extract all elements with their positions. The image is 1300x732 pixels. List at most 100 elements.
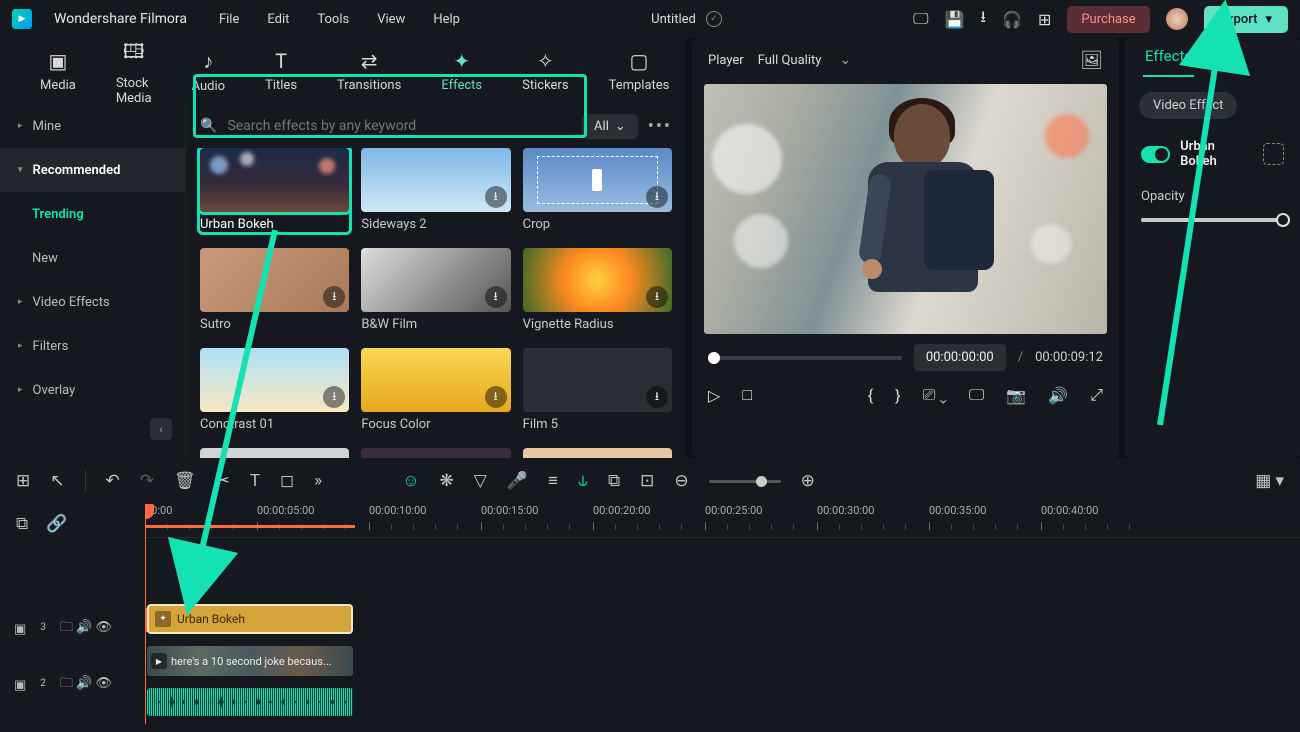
undo-button[interactable]: ↶ bbox=[106, 471, 120, 491]
mark-out-button[interactable]: } bbox=[895, 386, 900, 405]
sidebar-item-new[interactable]: New bbox=[0, 236, 185, 280]
effect-clip-urban-bokeh[interactable]: ✦Urban Bokeh bbox=[147, 604, 353, 634]
filter-dropdown[interactable]: All⌄ bbox=[582, 114, 638, 139]
download-icon[interactable]: ⭳ bbox=[323, 386, 345, 408]
download-icon[interactable]: ⭳ bbox=[485, 386, 507, 408]
reset-effect-button[interactable] bbox=[1263, 143, 1284, 165]
sidebar-item-mine[interactable]: ▸Mine bbox=[0, 104, 185, 148]
clip-display-button[interactable]: ⎚ ⌄ bbox=[923, 385, 947, 405]
effect-card-conctrast-01[interactable]: ⭳Conctrast 01 bbox=[200, 348, 349, 432]
sidebar-item-recommended[interactable]: ▾Recommended bbox=[0, 148, 185, 192]
keyframe-icon[interactable]: ⊡ bbox=[640, 471, 654, 491]
download-icon[interactable]: ⭳ bbox=[485, 286, 507, 308]
duplicate-icon[interactable]: ⧉ bbox=[16, 514, 28, 534]
effect-card-b&w-film[interactable]: ⭳B&W Film bbox=[361, 248, 510, 332]
menu-view[interactable]: View bbox=[377, 12, 405, 27]
stop-button[interactable]: □ bbox=[742, 385, 752, 405]
download-icon[interactable]: ⭳ bbox=[646, 186, 668, 208]
ai-button[interactable]: ☺ bbox=[402, 471, 419, 491]
effect-enable-toggle[interactable] bbox=[1141, 146, 1170, 163]
device-icon[interactable]: 🖵 bbox=[913, 9, 928, 29]
video-effect-chip[interactable]: Video Effect bbox=[1139, 92, 1237, 119]
tab-templates[interactable]: ▢Templates bbox=[589, 49, 690, 93]
link-icon[interactable]: 🔗 bbox=[46, 514, 67, 534]
sidebar-item-filters[interactable]: ▸Filters bbox=[0, 324, 185, 368]
play-button[interactable]: ▷ bbox=[708, 386, 720, 405]
zoom-in-button[interactable]: ⊕ bbox=[801, 471, 815, 491]
zoom-out-button[interactable]: ⊖ bbox=[674, 471, 688, 491]
zoom-slider[interactable] bbox=[709, 480, 781, 483]
app-logo bbox=[12, 9, 32, 29]
redo-button[interactable]: ↷ bbox=[140, 471, 154, 491]
effect-card-crop[interactable]: ⭳Crop bbox=[523, 148, 672, 232]
effect-card-sideways-2[interactable]: ⭳Sideways 2 bbox=[361, 148, 510, 232]
timeline-tracks-area[interactable]: 00:0000:00:05:0000:00:10:0000:00:15:0000… bbox=[145, 504, 1300, 724]
volume-button[interactable]: 🔊 bbox=[1048, 386, 1068, 405]
save-icon[interactable]: 💾 bbox=[945, 10, 965, 29]
effect-card-urban-bokeh[interactable]: Urban Bokeh bbox=[200, 148, 349, 232]
color-tool-icon[interactable]: ❋ bbox=[439, 471, 453, 491]
sidebar-item-trending[interactable]: Trending bbox=[0, 192, 185, 236]
timeline-ruler[interactable]: 00:0000:00:05:0000:00:10:0000:00:15:0000… bbox=[145, 504, 1300, 538]
apps-grid-icon[interactable]: ⊞ bbox=[1038, 10, 1051, 29]
voiceover-icon[interactable]: 🎤 bbox=[507, 471, 528, 491]
sidebar-item-video-effects[interactable]: ▸Video Effects bbox=[0, 280, 185, 324]
mark-in-button[interactable]: { bbox=[868, 386, 873, 405]
scrub-bar[interactable] bbox=[708, 356, 902, 360]
effect-card-vignette-radius[interactable]: ⭳Vignette Radius bbox=[523, 248, 672, 332]
tab-titles[interactable]: TTitles bbox=[245, 49, 317, 93]
menu-tools[interactable]: Tools bbox=[317, 12, 349, 27]
group-icon[interactable]: ⧉ bbox=[608, 471, 620, 491]
tab-transitions[interactable]: ⇄Transitions bbox=[317, 49, 421, 93]
download-icon[interactable]: ⭳ bbox=[323, 286, 345, 308]
cloud-icon[interactable]: ⭳ bbox=[980, 6, 986, 33]
tab-stickers[interactable]: ✧Stickers bbox=[502, 49, 588, 93]
text-tool-icon[interactable]: T bbox=[250, 471, 260, 491]
player-panel: Player Full Quality 🖼 00:00:00:00 / 00:0… bbox=[692, 38, 1119, 458]
download-icon[interactable]: ⭳ bbox=[646, 386, 668, 408]
download-icon[interactable]: ⭳ bbox=[485, 186, 507, 208]
properties-tab-effects[interactable]: Effects bbox=[1143, 47, 1194, 77]
tab-media[interactable]: ▣Media bbox=[20, 49, 96, 93]
track-size-icon[interactable]: ▦ ▾ bbox=[1255, 471, 1284, 491]
download-icon[interactable]: ⭳ bbox=[646, 286, 668, 308]
track-header-3[interactable]: ▣3 🗀 🔊 👁 bbox=[0, 609, 145, 649]
magnetic-icon[interactable]: ⫝ bbox=[578, 471, 588, 491]
snapshot-icon[interactable]: 🖼 bbox=[1080, 50, 1103, 71]
fullscreen-button[interactable]: ⤢ bbox=[1090, 385, 1103, 405]
split-button[interactable]: ✂ bbox=[216, 471, 230, 491]
cursor-tool-icon[interactable]: ↖ bbox=[50, 471, 64, 491]
delete-button[interactable]: 🗑 bbox=[174, 471, 196, 491]
menu-edit[interactable]: Edit bbox=[267, 12, 289, 27]
sidebar-item-overlay[interactable]: ▸Overlay bbox=[0, 368, 185, 412]
display-settings-button[interactable]: 🖵 bbox=[969, 385, 984, 405]
more-tools-button[interactable]: » bbox=[314, 471, 322, 491]
headphones-icon[interactable]: 🎧 bbox=[1002, 10, 1022, 29]
audio-mixer-icon[interactable]: ≡ bbox=[548, 471, 558, 491]
crop-tool-icon[interactable]: ◻ bbox=[280, 471, 294, 491]
search-input[interactable] bbox=[227, 118, 572, 134]
video-preview[interactable] bbox=[704, 84, 1107, 334]
export-button[interactable]: Export bbox=[1204, 6, 1288, 33]
effect-card-film-5[interactable]: ⭳Film 5 bbox=[523, 348, 672, 432]
quality-dropdown[interactable]: Full Quality bbox=[758, 52, 851, 68]
audio-waveform-clip[interactable] bbox=[147, 688, 353, 716]
tab-audio[interactable]: ♪Audio bbox=[172, 49, 245, 94]
effect-card-sutro[interactable]: ⭳Sutro bbox=[200, 248, 349, 332]
user-avatar[interactable] bbox=[1166, 8, 1188, 30]
marker-tool-icon[interactable]: ▽ bbox=[474, 471, 487, 491]
camera-icon[interactable]: 📷 bbox=[1006, 386, 1026, 405]
purchase-button[interactable]: Purchase bbox=[1067, 6, 1149, 33]
track-header-2[interactable]: ▣2 🗀 🔊 👁 bbox=[0, 665, 145, 705]
more-options-button[interactable]: ••• bbox=[648, 116, 672, 137]
layout-icon[interactable]: ⊞ bbox=[16, 471, 30, 491]
opacity-slider[interactable] bbox=[1141, 218, 1284, 222]
collapse-sidebar-button[interactable]: ‹ bbox=[150, 418, 172, 440]
tab-stock-media[interactable]: 🖽Stock Media bbox=[96, 37, 172, 106]
menu-file[interactable]: File bbox=[219, 12, 239, 27]
tab-effects[interactable]: ✦Effects bbox=[421, 49, 502, 93]
sidebar-label: New bbox=[32, 251, 58, 266]
effect-card-focus-color[interactable]: ⭳Focus Color bbox=[361, 348, 510, 432]
video-clip[interactable]: ▶here's a 10 second joke becaus... bbox=[147, 646, 353, 676]
menu-help[interactable]: Help bbox=[433, 12, 460, 27]
